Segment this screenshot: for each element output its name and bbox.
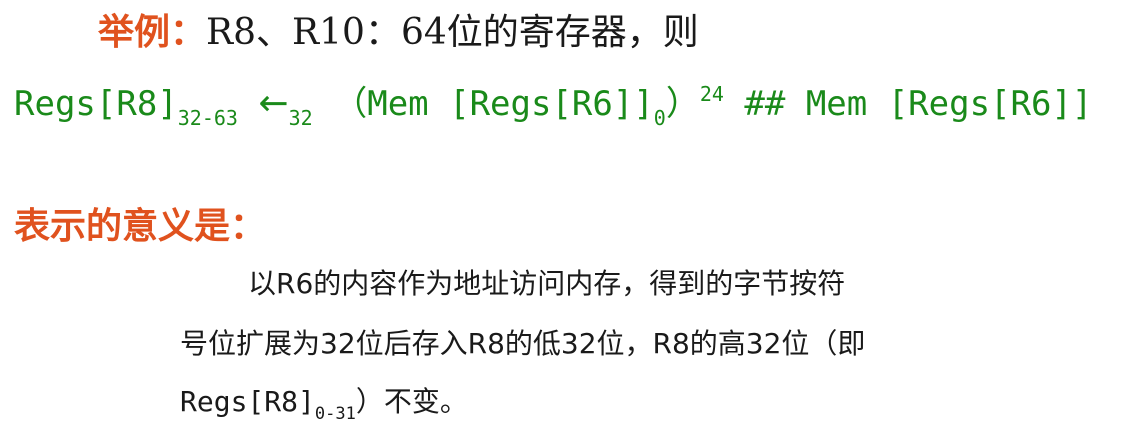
example-text: R8、R10：64位的寄存器，则 [206, 12, 699, 53]
meaning-line-3-regs: Regs[R8] [180, 385, 315, 418]
formula-line: Regs[R8]32-63 ←32 （Mem [Regs[R6]]0）24 ##… [14, 84, 1092, 128]
formula-part2: ## Mem [Regs[R6]] [723, 84, 1093, 124]
formula-part1-subscript: 0 [653, 106, 666, 130]
meaning-line-1: 以R6的内容作为地址访问内存，得到的字节按符 [248, 267, 846, 300]
formula-lhs-subscript: 32-63 [177, 106, 238, 130]
formula-part1: （Mem [Regs[R6]] [333, 84, 654, 124]
meaning-line-3: Regs[R8]0-31）不变。 [180, 388, 468, 423]
formula-arrow-subscript: 32 [288, 106, 313, 130]
meaning-line-3-rest: ）不变。 [355, 385, 468, 418]
formula-part1-close: ） [665, 84, 700, 124]
formula-superscript: 24 [699, 82, 724, 106]
meaning-line-2: 号位扩展为32位后存入R8的低32位，R8的高32位（即 [180, 327, 866, 360]
meaning-line-3-subscript: 0-31 [314, 404, 356, 424]
example-line: 举例：R8、R10：64位的寄存器，则 [98, 14, 699, 51]
example-label: 举例： [98, 11, 207, 53]
left-arrow-icon: ← [258, 83, 289, 124]
formula-lhs: Regs[R8] [14, 84, 178, 124]
meaning-heading: 表示的意义是： [14, 205, 267, 247]
